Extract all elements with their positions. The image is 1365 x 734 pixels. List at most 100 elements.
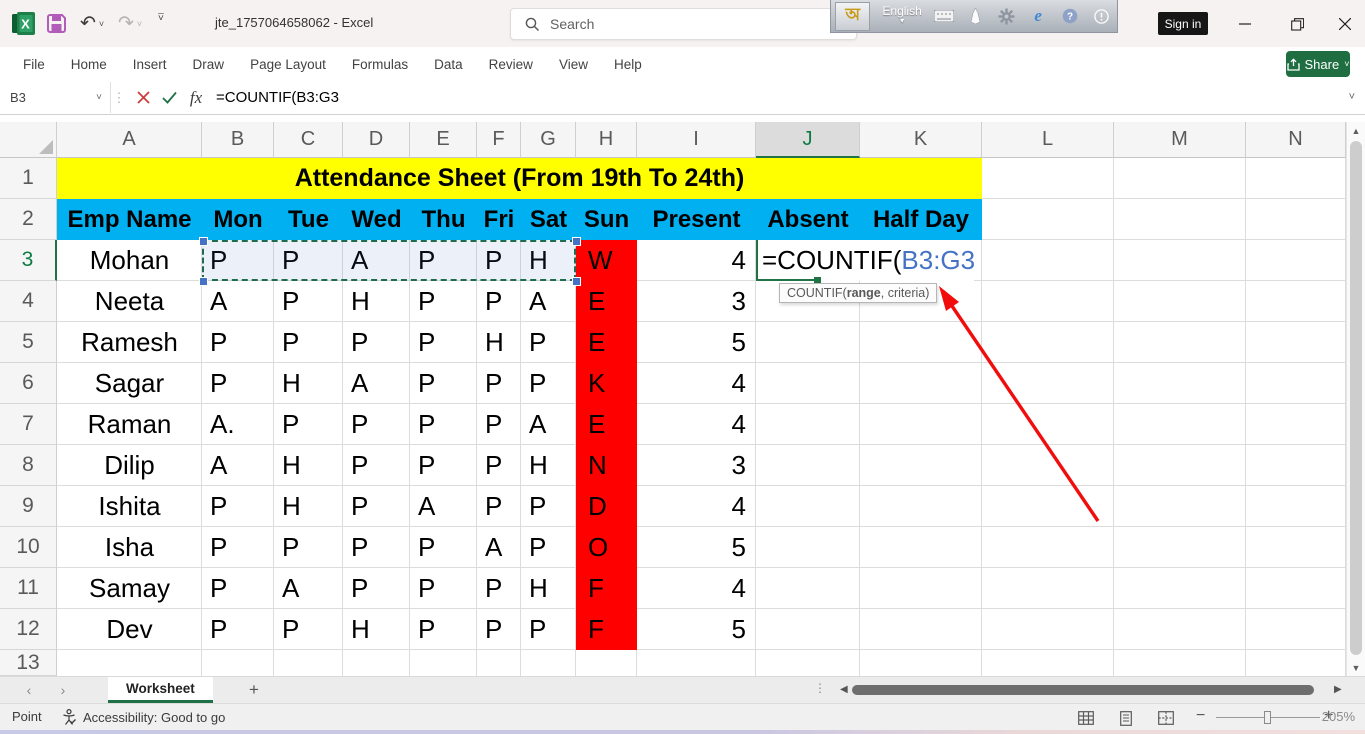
- sheet-tab-worksheet[interactable]: Worksheet: [108, 677, 213, 703]
- next-sheet-button[interactable]: ›: [52, 680, 74, 700]
- scroll-up-icon[interactable]: ▲: [1347, 122, 1365, 139]
- cell-M1[interactable]: [1114, 158, 1246, 199]
- cell-M5[interactable]: [1114, 322, 1246, 363]
- present-count-4[interactable]: 3: [637, 281, 756, 322]
- cell-N2[interactable]: [1246, 199, 1346, 240]
- row-header-1[interactable]: 1: [0, 158, 57, 199]
- present-count-10[interactable]: 5: [637, 527, 756, 568]
- cell-N11[interactable]: [1246, 568, 1346, 609]
- ribbon-tab-file[interactable]: File: [10, 47, 58, 82]
- attendance-cell-E8[interactable]: P: [410, 445, 477, 486]
- emp-name-ishita[interactable]: Ishita: [57, 486, 202, 527]
- mouse-tool-icon[interactable]: [962, 5, 988, 27]
- cell-K9[interactable]: [860, 486, 982, 527]
- attendance-cell-B11[interactable]: P: [202, 568, 274, 609]
- emp-name-neeta[interactable]: Neeta: [57, 281, 202, 322]
- ribbon-tab-home[interactable]: Home: [58, 47, 120, 82]
- emp-name-samay[interactable]: Samay: [57, 568, 202, 609]
- cell-E13[interactable]: [410, 650, 477, 676]
- selection-handle-3[interactable]: [572, 277, 581, 286]
- attendance-cell-B4[interactable]: A: [202, 281, 274, 322]
- column-header-A[interactable]: A: [57, 122, 202, 158]
- undo-dropdown-icon[interactable]: ˅: [99, 19, 104, 29]
- cell-J12[interactable]: [756, 609, 860, 650]
- formula-bar-input[interactable]: =COUNTIF(B3:G3: [216, 82, 339, 113]
- row-header-8[interactable]: 8: [0, 445, 57, 486]
- formula-bar-grip[interactable]: ⋮: [112, 82, 126, 113]
- present-count-11[interactable]: 4: [637, 568, 756, 609]
- attendance-cell-E5[interactable]: P: [410, 322, 477, 363]
- column-header-M[interactable]: M: [1114, 122, 1246, 158]
- present-count-12[interactable]: 5: [637, 609, 756, 650]
- attendance-cell-B8[interactable]: A: [202, 445, 274, 486]
- attendance-cell-B7[interactable]: A.: [202, 404, 274, 445]
- cell-I13[interactable]: [637, 650, 756, 676]
- attendance-cell-B6[interactable]: P: [202, 363, 274, 404]
- cell-N3[interactable]: [1246, 240, 1346, 281]
- attendance-cell-F5[interactable]: H: [477, 322, 521, 363]
- cell-M10[interactable]: [1114, 527, 1246, 568]
- attendance-cell-D10[interactable]: P: [343, 527, 410, 568]
- row-header-2[interactable]: 2: [0, 199, 57, 240]
- attendance-cell-C12[interactable]: P: [274, 609, 343, 650]
- attendance-cell-C5[interactable]: P: [274, 322, 343, 363]
- row-header-6[interactable]: 6: [0, 363, 57, 404]
- browser-help-icon[interactable]: e: [1025, 5, 1051, 27]
- help-icon[interactable]: ?: [1057, 5, 1083, 27]
- cell-L6[interactable]: [982, 363, 1114, 404]
- cell-L3[interactable]: [982, 240, 1114, 281]
- cell-K7[interactable]: [860, 404, 982, 445]
- page-break-preview-button[interactable]: [1153, 708, 1179, 728]
- column-header-F[interactable]: F: [477, 122, 521, 158]
- column-header-L[interactable]: L: [982, 122, 1114, 158]
- ribbon-tab-view[interactable]: View: [546, 47, 601, 82]
- attendance-cell-G9[interactable]: P: [521, 486, 576, 527]
- cell-K11[interactable]: [860, 568, 982, 609]
- attendance-cell-D5[interactable]: P: [343, 322, 410, 363]
- emp-name-isha[interactable]: Isha: [57, 527, 202, 568]
- cell-J6[interactable]: [756, 363, 860, 404]
- name-box-dropdown-icon[interactable]: ˅: [96, 92, 102, 103]
- attendance-cell-B5[interactable]: P: [202, 322, 274, 363]
- cell-N10[interactable]: [1246, 527, 1346, 568]
- attendance-cell-G5[interactable]: P: [521, 322, 576, 363]
- row-header-5[interactable]: 5: [0, 322, 57, 363]
- cell-L4[interactable]: [982, 281, 1114, 322]
- column-header-E[interactable]: E: [410, 122, 477, 158]
- page-layout-view-button[interactable]: [1113, 708, 1139, 728]
- redo-button[interactable]: ↷ ˅: [118, 11, 142, 36]
- column-header-B[interactable]: B: [202, 122, 274, 158]
- row-header-7[interactable]: 7: [0, 404, 57, 445]
- cell-F13[interactable]: [477, 650, 521, 676]
- cell-M4[interactable]: [1114, 281, 1246, 322]
- present-count-3[interactable]: 4: [637, 240, 756, 281]
- cell-N4[interactable]: [1246, 281, 1346, 322]
- cell-K12[interactable]: [860, 609, 982, 650]
- scroll-right-icon[interactable]: ▶: [1334, 684, 1342, 695]
- attendance-cell-B10[interactable]: P: [202, 527, 274, 568]
- zoom-out-button[interactable]: −: [1196, 707, 1205, 725]
- cell-J5[interactable]: [756, 322, 860, 363]
- insert-function-button[interactable]: fx: [183, 82, 209, 113]
- attendance-cell-D8[interactable]: P: [343, 445, 410, 486]
- zoom-level[interactable]: 205%: [1322, 709, 1355, 724]
- cell-L8[interactable]: [982, 445, 1114, 486]
- restore-button[interactable]: [1282, 10, 1312, 38]
- cell-K13[interactable]: [860, 650, 982, 676]
- normal-view-button[interactable]: [1073, 708, 1099, 728]
- emp-name-mohan[interactable]: Mohan: [57, 240, 202, 281]
- cell-M11[interactable]: [1114, 568, 1246, 609]
- row-header-9[interactable]: 9: [0, 486, 57, 527]
- settings-gear-icon[interactable]: [994, 5, 1020, 27]
- name-box[interactable]: B3 ˅: [0, 82, 111, 113]
- row-header-4[interactable]: 4: [0, 281, 57, 322]
- ribbon-tab-draw[interactable]: Draw: [180, 47, 238, 82]
- minimize-button[interactable]: [1230, 10, 1260, 38]
- attendance-cell-E4[interactable]: P: [410, 281, 477, 322]
- cell-J9[interactable]: [756, 486, 860, 527]
- present-count-6[interactable]: 4: [637, 363, 756, 404]
- attendance-cell-G12[interactable]: P: [521, 609, 576, 650]
- row-header-10[interactable]: 10: [0, 527, 57, 568]
- attendance-cell-E7[interactable]: P: [410, 404, 477, 445]
- attendance-cell-D6[interactable]: A: [343, 363, 410, 404]
